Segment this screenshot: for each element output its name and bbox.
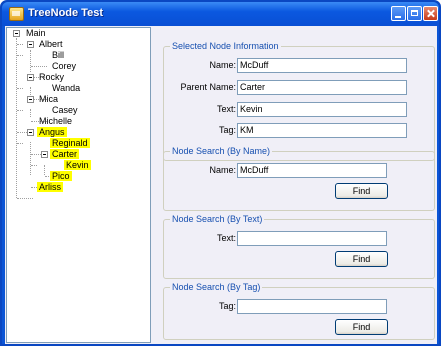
tree-node[interactable]: Reginald — [50, 138, 90, 149]
tree-node-label: Kevin — [64, 160, 91, 170]
find-by-tag-button[interactable]: Find — [335, 319, 388, 335]
tree-node-label: Casey — [52, 105, 78, 115]
tree-node-label: Pico — [50, 171, 72, 181]
close-button[interactable] — [423, 6, 438, 21]
collapse-icon[interactable] — [41, 151, 48, 158]
maximize-button[interactable] — [407, 6, 422, 21]
app-window: TreeNode Test Main Albert Bill Corey Roc… — [0, 0, 441, 346]
tree-node-label: Reginald — [50, 138, 90, 148]
tree-node[interactable]: Pico — [50, 171, 72, 182]
name-label: Name: — [209, 165, 236, 175]
tree-node[interactable]: Mica — [37, 94, 60, 105]
text-label: Text: — [216, 104, 236, 114]
tree-node-label: Mica — [39, 94, 59, 104]
selected-tag-field[interactable]: KM — [237, 123, 407, 138]
search-by-text-group: Node Search (By Text) Text: Find — [163, 214, 435, 279]
tree-node[interactable]: Carter — [50, 149, 80, 160]
text-label: Text: — [216, 233, 236, 243]
find-by-name-button[interactable]: Find — [335, 183, 388, 199]
selected-name-field[interactable]: McDuff — [237, 58, 407, 73]
tree-node-label: Wanda — [52, 83, 81, 93]
tree-node[interactable]: Casey — [50, 105, 80, 116]
selected-text-field[interactable]: Kevin — [237, 102, 407, 117]
tree-node-label: Corey — [52, 61, 77, 71]
search-name-input[interactable]: McDuff — [237, 163, 387, 178]
collapse-icon[interactable] — [27, 41, 34, 48]
tree-node-label: Rocky — [39, 72, 65, 82]
tree-node-label: Albert — [39, 39, 63, 49]
collapse-icon[interactable] — [27, 74, 34, 81]
tree-node-label: Carter — [50, 149, 80, 159]
app-icon — [9, 7, 24, 21]
tree-node-label: Bill — [52, 50, 65, 60]
collapse-icon[interactable] — [27, 96, 34, 103]
search-by-tag-group: Node Search (By Tag) Tag: Find — [163, 282, 435, 340]
tree-node-label: Arliss — [37, 182, 63, 192]
collapse-icon[interactable] — [13, 30, 20, 37]
tree-node-label: Angus — [37, 127, 67, 137]
title-bar[interactable]: TreeNode Test — [2, 2, 439, 26]
group-title: Selected Node Information — [170, 41, 281, 51]
tree-view[interactable]: Main Albert Bill Corey Rocky Wanda Mica … — [6, 27, 151, 343]
tree-node[interactable]: Kevin — [64, 160, 91, 171]
collapse-icon[interactable] — [27, 129, 34, 136]
parent-name-label: Parent Name: — [180, 82, 236, 92]
group-title: Node Search (By Name) — [170, 146, 273, 156]
tree-node-label: Main — [26, 28, 46, 38]
search-by-name-group: Node Search (By Name) Name: McDuff Find — [163, 146, 435, 211]
parent-name-field[interactable]: Carter — [237, 80, 407, 95]
tree-node[interactable]: Bill — [50, 50, 66, 61]
minimize-button[interactable] — [391, 6, 406, 21]
tree-node[interactable]: Michelle — [37, 116, 74, 127]
tree-node[interactable]: Angus — [37, 127, 67, 138]
tree-node-label: Michelle — [39, 116, 73, 126]
selected-node-info-group: Selected Node Information Name: McDuff P… — [163, 41, 435, 161]
tree-node[interactable]: Corey — [50, 61, 78, 72]
tag-label: Tag: — [218, 301, 236, 311]
group-title: Node Search (By Text) — [170, 214, 265, 224]
search-text-input[interactable] — [237, 231, 387, 246]
tree-node[interactable]: Albert — [37, 39, 65, 50]
client-area: Main Albert Bill Corey Rocky Wanda Mica … — [5, 26, 437, 344]
find-by-text-button[interactable]: Find — [335, 251, 388, 267]
window-title: TreeNode Test — [28, 7, 103, 19]
search-tag-input[interactable] — [237, 299, 387, 314]
tag-label: Tag: — [218, 125, 236, 135]
group-title: Node Search (By Tag) — [170, 282, 263, 292]
tree-node[interactable]: Main — [24, 28, 48, 39]
tree-node[interactable]: Wanda — [50, 83, 82, 94]
name-label: Name: — [209, 60, 236, 70]
tree-node[interactable]: Rocky — [37, 72, 66, 83]
tree-node[interactable]: Arliss — [37, 182, 63, 193]
